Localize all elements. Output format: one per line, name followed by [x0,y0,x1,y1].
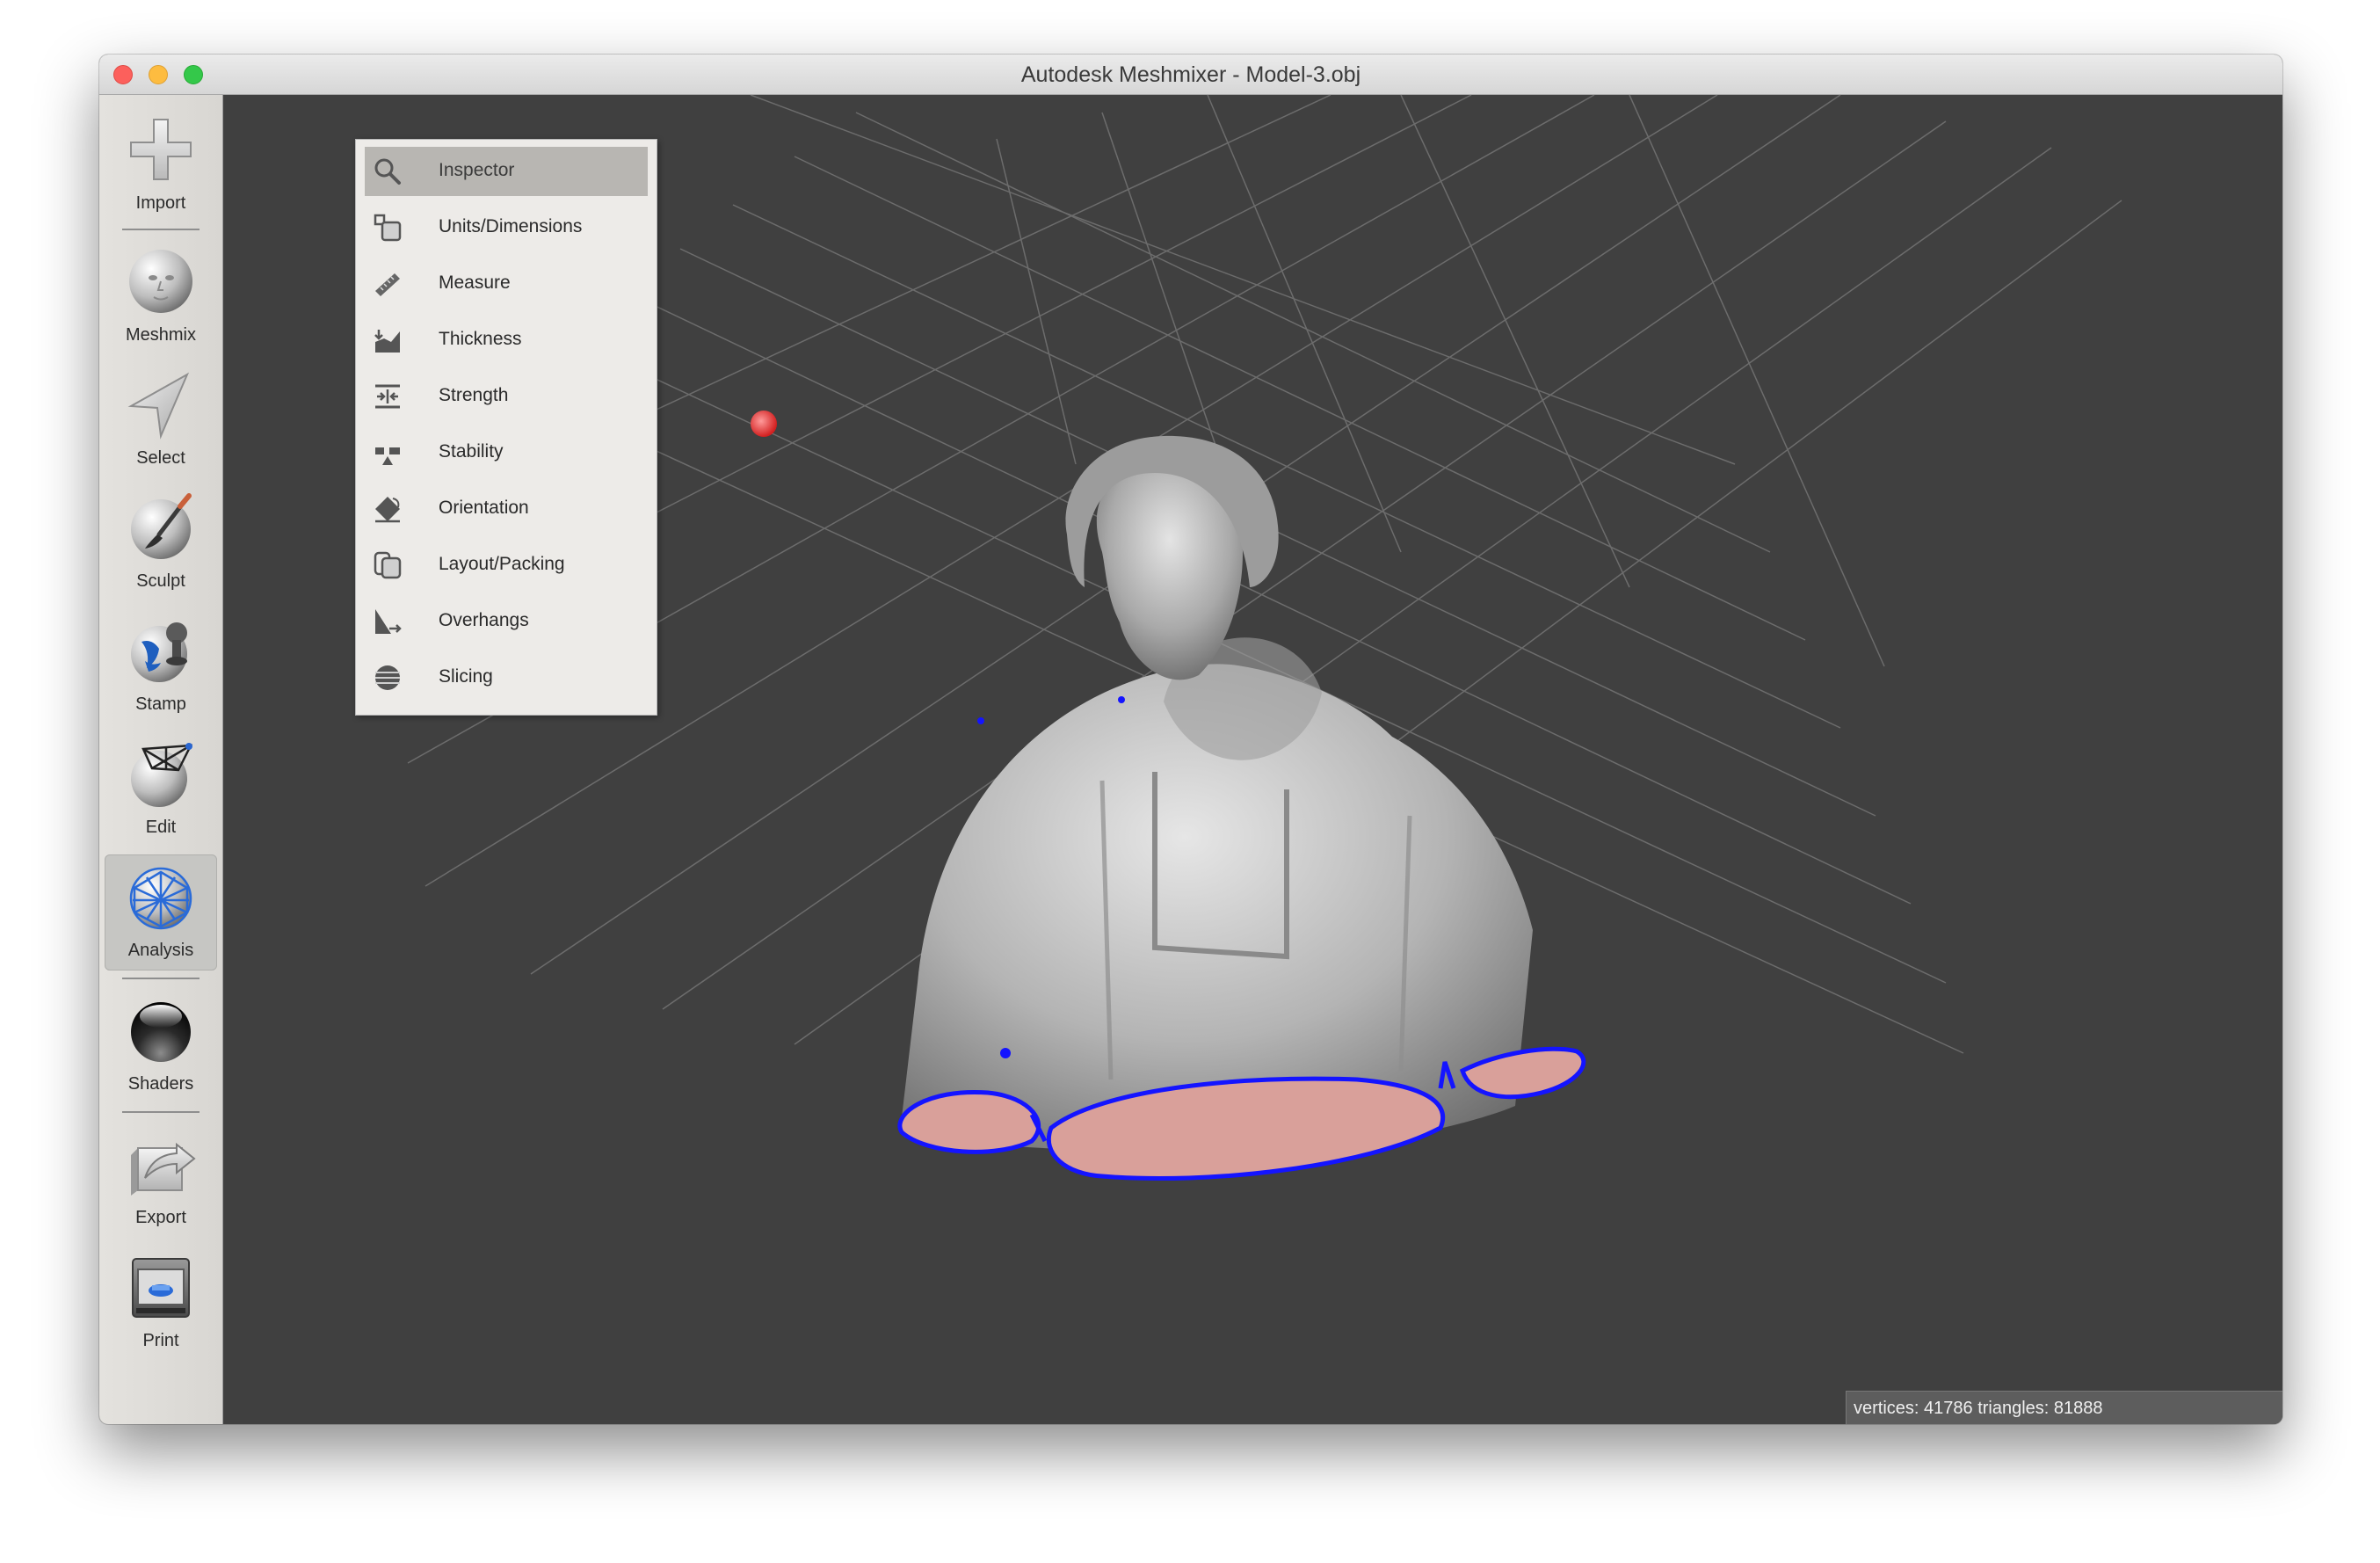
menu-item-label: Overhangs [439,610,529,630]
shaders-button[interactable]: Shaders [105,988,217,1104]
import-button[interactable]: Import [105,107,217,223]
brush-sphere-icon [131,493,192,559]
3d-viewport[interactable]: Inspector Units/Dimensions Measure Thick… [223,95,2282,1424]
stamp-button[interactable]: Stamp [105,608,217,724]
status-bar: vertices: 41786 triangles: 81888 [1846,1391,2282,1424]
print-label: Print [142,1331,179,1350]
orientation-icon [375,497,400,523]
menu-item-units-dimensions[interactable]: Units/Dimensions [365,203,648,252]
stability-icon [375,447,400,465]
meshmix-button[interactable]: Meshmix [105,239,217,355]
sculpt-label: Sculpt [136,571,185,591]
menu-item-label: Thickness [439,329,522,349]
edit-sphere-icon [131,743,193,807]
menu-item-label: Stability [439,441,504,462]
meshmix-label: Meshmix [125,325,196,345]
stamp-sphere-icon [131,622,187,682]
title-bar: Autodesk Meshmixer - Model-3.obj [99,55,2282,95]
analysis-button[interactable]: Analysis [105,854,217,971]
export-label: Export [135,1208,186,1227]
menu-item-stability[interactable]: Stability [365,428,648,477]
strength-icon [375,384,400,409]
toolbar-divider [122,978,200,979]
analysis-label: Analysis [127,941,194,960]
window-title: Autodesk Meshmixer - Model-3.obj [1020,62,1361,87]
toolbar-divider [122,229,200,230]
menu-item-label: Layout/Packing [439,554,565,574]
pivot-marker[interactable] [751,411,777,437]
import-label: Import [135,193,186,213]
shaders-label: Shaders [127,1074,194,1094]
edit-button[interactable]: Edit [105,731,217,847]
sculpt-button[interactable]: Sculpt [105,485,217,601]
edit-label: Edit [145,818,177,837]
stamp-label: Stamp [135,694,186,714]
menu-item-measure[interactable]: Measure [365,259,648,309]
menu-item-inspector[interactable]: Inspector [365,147,648,196]
scanned-model[interactable] [897,435,1586,1181]
export-icon [131,1142,196,1196]
menu-item-slicing[interactable]: Slicing [365,653,648,702]
mesh-sphere-icon [129,867,192,930]
layout-icon [374,551,402,579]
face-sphere-icon [129,250,192,313]
export-button[interactable]: Export [105,1122,217,1238]
analysis-menu: Inspector Units/Dimensions Measure Thick… [355,139,657,716]
printer-icon [132,1258,190,1318]
main-toolbar: Import Meshmix Select Sculpt Stamp Edit … [99,95,223,1424]
toolbar-divider [122,1111,200,1113]
arrow-cursor-icon [127,372,190,440]
plus-icon [130,119,192,180]
menu-item-overhangs[interactable]: Overhangs [365,597,648,646]
menu-item-label: Inspector [439,160,515,180]
menu-item-layout-packing[interactable]: Layout/Packing [365,541,648,590]
ruler-icon [375,273,400,296]
menu-item-label: Orientation [439,498,529,518]
menu-item-orientation[interactable]: Orientation [365,484,648,534]
app-window: Autodesk Meshmixer - Model-3.obj Import … [99,55,2282,1424]
units-icon [374,214,402,242]
slicing-icon [375,665,400,690]
menu-item-strength[interactable]: Strength [365,372,648,421]
glossy-sphere-icon [131,1002,191,1062]
menu-item-label: Slicing [439,666,493,687]
print-button[interactable]: Print [105,1245,217,1361]
thickness-icon [374,330,400,353]
magnifier-icon [374,158,401,185]
menu-item-label: Measure [439,273,511,293]
select-button[interactable]: Select [105,362,217,478]
overhang-icon [375,609,402,634]
menu-item-label: Units/Dimensions [439,216,583,236]
menu-item-label: Strength [439,385,509,405]
menu-item-thickness[interactable]: Thickness [365,316,648,365]
select-label: Select [136,448,185,468]
